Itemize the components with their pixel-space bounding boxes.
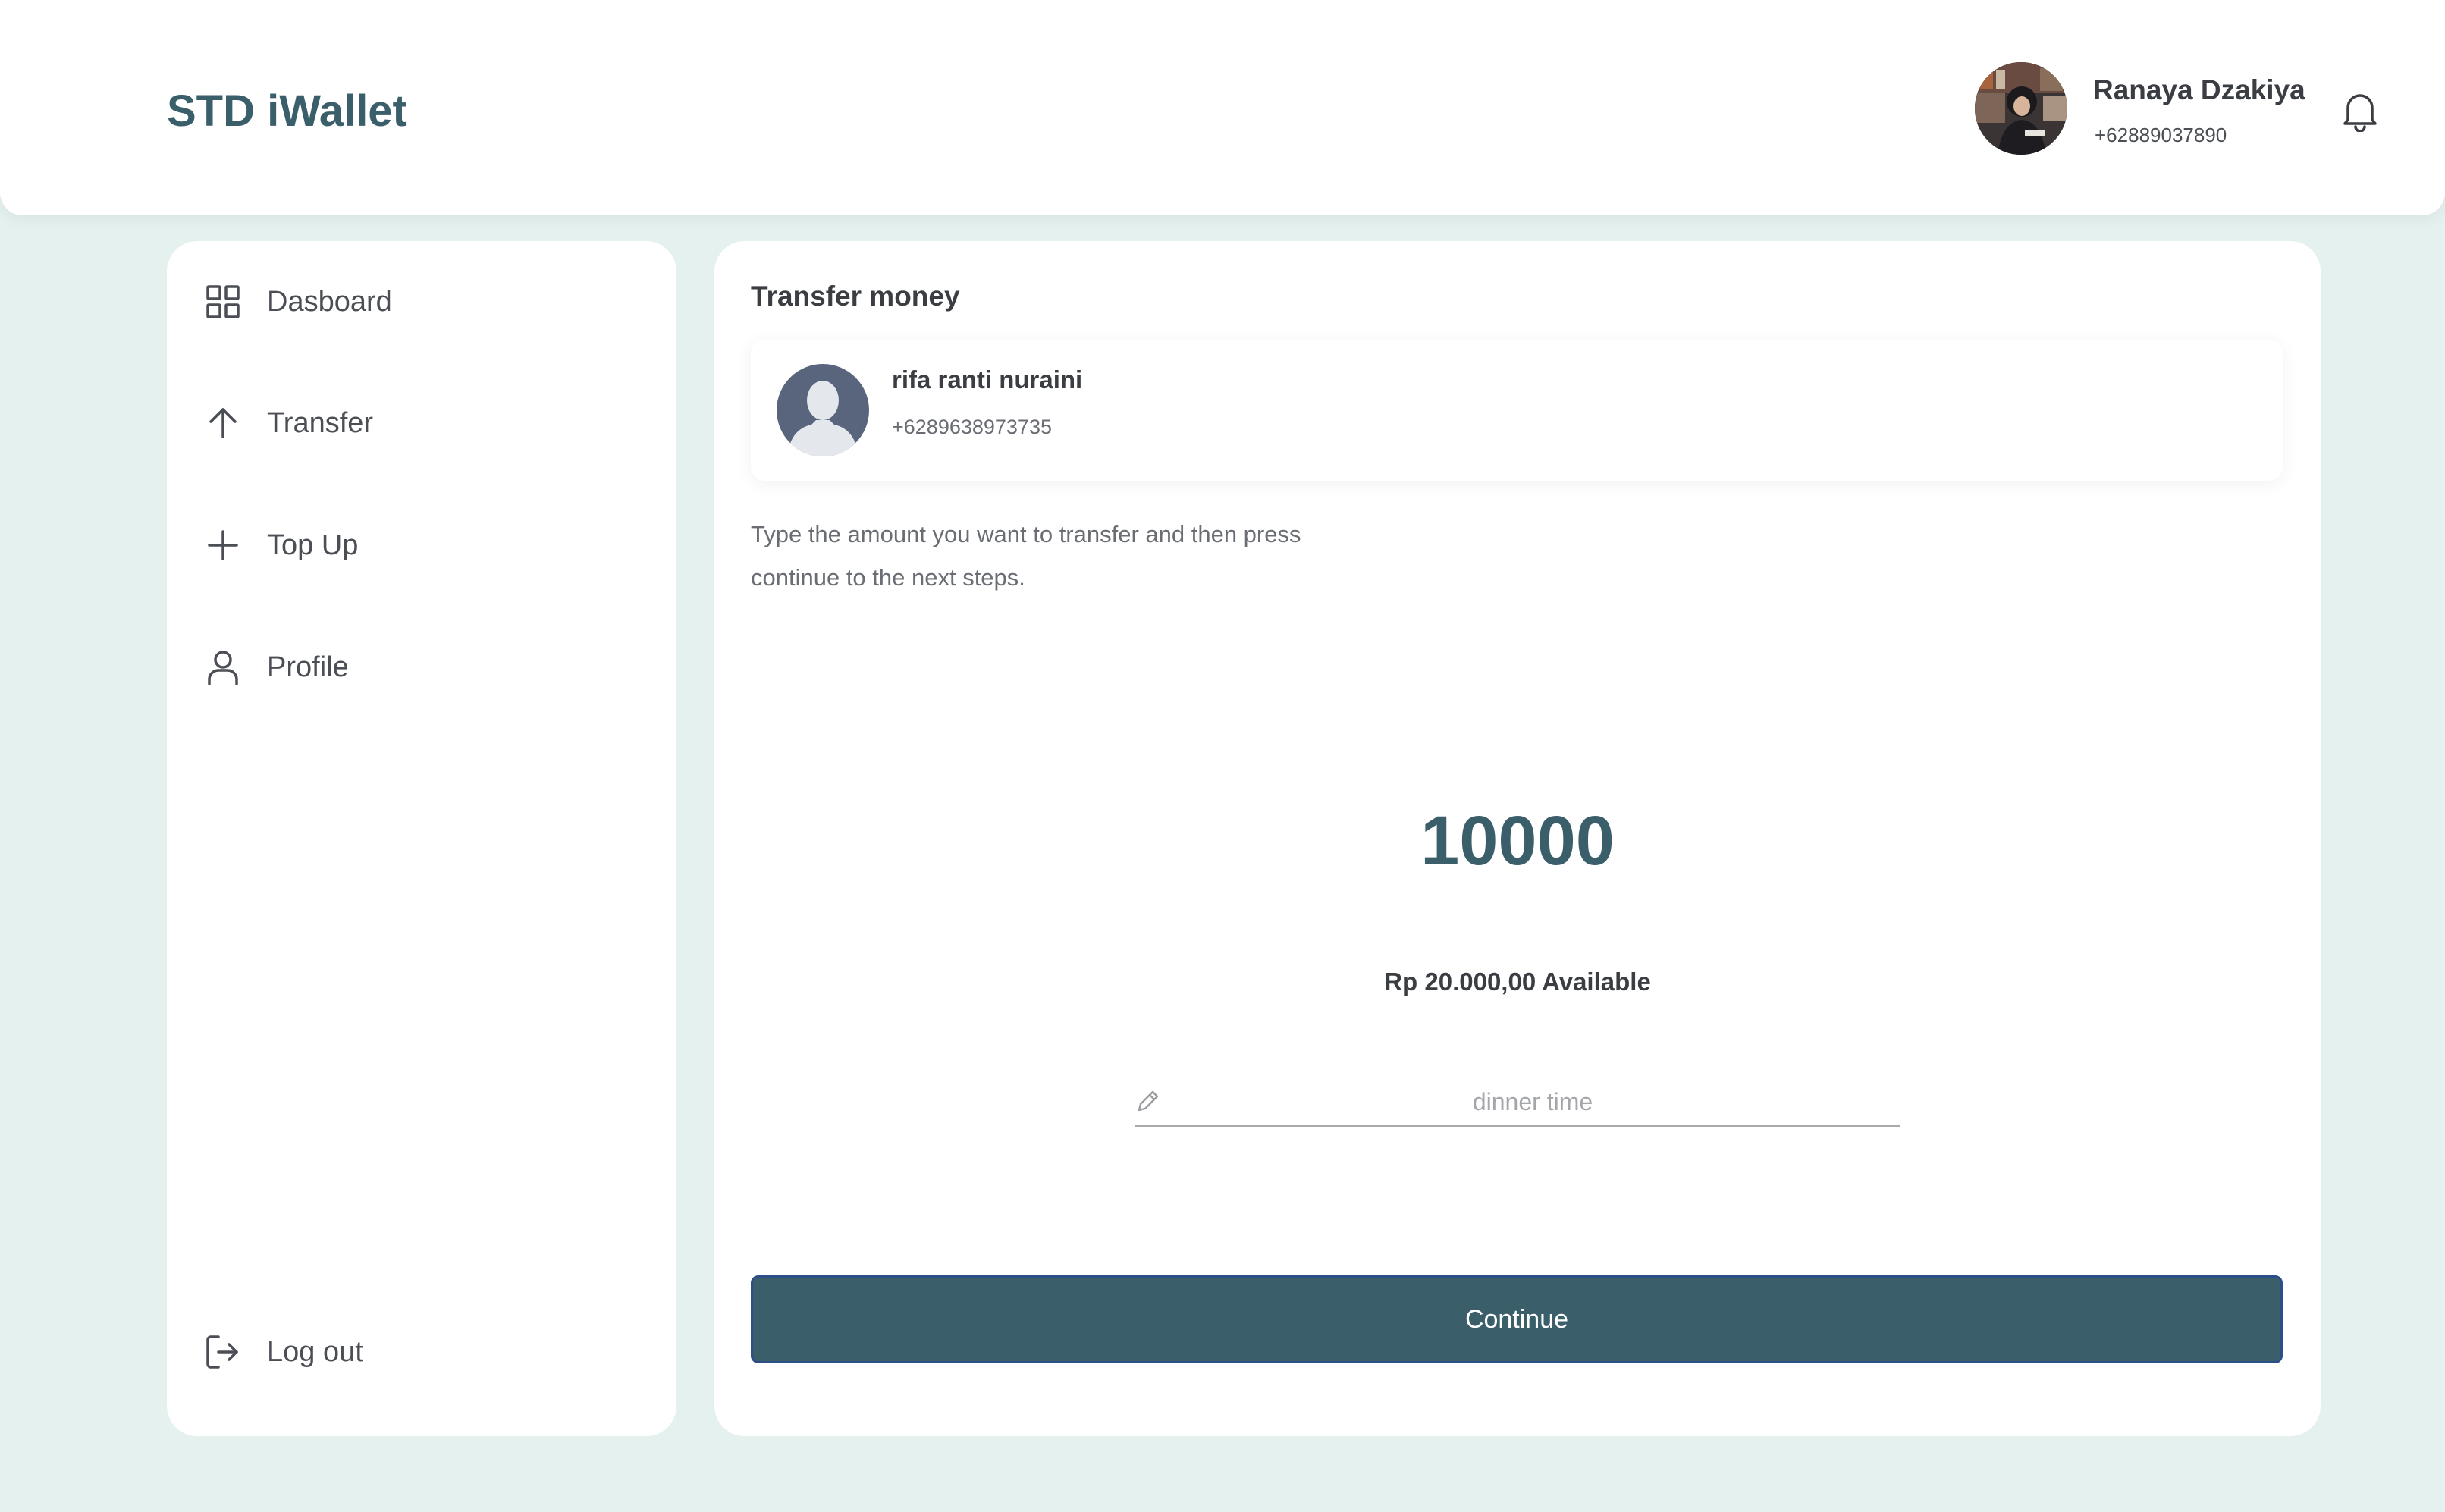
app-logo[interactable]: STD iWallet	[167, 82, 407, 141]
logout-icon	[205, 1334, 241, 1370]
logout-button[interactable]: Log out	[205, 1322, 645, 1382]
plus-icon	[205, 527, 241, 563]
instructions-text: Type the amount you want to transfer and…	[751, 521, 1301, 591]
recipient-avatar	[777, 364, 869, 456]
user-phone: +62889037890	[2095, 124, 2227, 146]
amount-display[interactable]: 10000	[714, 799, 2321, 883]
sidebar-item-dashboard[interactable]: Dasboard	[205, 271, 645, 332]
sidebar-item-label: Dasboard	[267, 285, 392, 318]
sidebar-item-transfer[interactable]: Transfer	[205, 393, 645, 453]
page-title: Transfer money	[751, 281, 960, 312]
user-name: Ranaya Dzakiya	[2093, 74, 2305, 105]
sidebar-item-label: Transfer	[267, 406, 374, 439]
sidebar-item-profile[interactable]: Profile	[205, 637, 645, 698]
transfer-panel: Transfer money rifa ranti nuraini +62896…	[714, 241, 2321, 1436]
arrow-up-icon	[205, 405, 241, 441]
notes-field	[1135, 1080, 1900, 1127]
grid-icon	[205, 284, 241, 320]
sidebar: Dasboard Transfer Top Up Profile Log out	[167, 241, 676, 1436]
recipient-name: rifa ranti nuraini	[892, 365, 1083, 394]
recipient-card: rifa ranti nuraini +6289638973735	[751, 340, 2283, 481]
available-balance: Rp 20.000,00 Available	[1384, 968, 1651, 996]
sidebar-item-label: Top Up	[267, 529, 359, 561]
sidebar-item-top-up[interactable]: Top Up	[205, 515, 645, 576]
recipient-phone: +6289638973735	[892, 416, 1052, 438]
notes-input[interactable]	[1165, 1080, 1900, 1124]
logout-label: Log out	[267, 1335, 363, 1368]
user-avatar[interactable]	[1975, 62, 2067, 155]
bell-icon[interactable]	[2340, 89, 2380, 133]
top-header: STD iWallet Ranaya Dzakiya +62889037890	[0, 0, 2445, 215]
sidebar-item-label: Profile	[267, 651, 349, 683]
user-icon	[205, 649, 241, 685]
continue-button[interactable]: Continue	[751, 1275, 2283, 1363]
pencil-icon	[1135, 1089, 1160, 1115]
